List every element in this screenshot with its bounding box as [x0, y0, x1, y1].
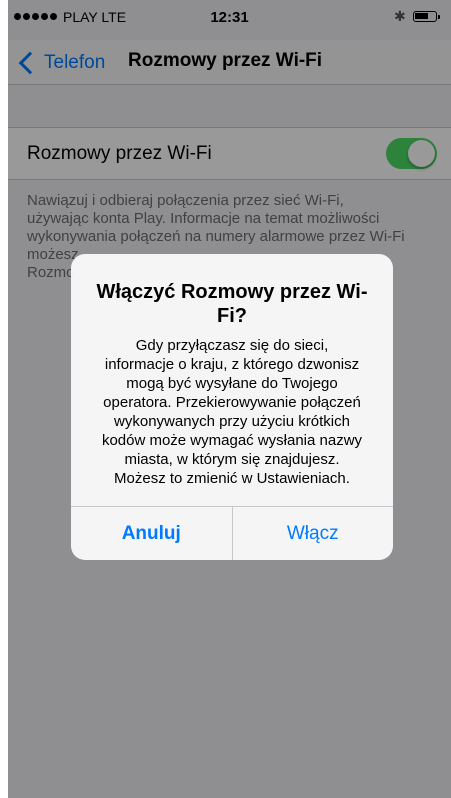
alert-message-line: Gdy przyłączasz się do sieci, [135, 337, 329, 354]
phone-screen: PLAY LTE 12:31 ✱ Telefon Rozmowy przez W… [8, 0, 451, 798]
alert-message-line: mogą być wysyłane do Twojego [126, 375, 338, 392]
alert-message-line: wykonywanych przy użyciu krótkich [114, 413, 350, 430]
alert-message-line: Możesz to zmienić w Ustawieniach. [114, 470, 350, 487]
alert-message: Gdy przyłączasz się do sieci, informacje… [83, 336, 381, 488]
alert-title: Włączyć Rozmowy przez Wi-Fi? [96, 281, 368, 327]
alert-message-line: miasta, w którym się znajdujesz. [124, 451, 340, 468]
alert-message-line: kodów może wymagać wysłania nazwy [101, 432, 363, 449]
enable-button[interactable]: Włącz [233, 507, 394, 560]
alert-message-line: informacje o kraju, z którego dzwonisz [104, 356, 360, 373]
cancel-button[interactable]: Anuluj [71, 507, 233, 560]
alert-buttons: Anuluj Włącz [71, 506, 393, 560]
alert-dialog: Włączyć Rozmowy przez Wi-Fi? Gdy przyłąc… [71, 254, 393, 560]
alert-message-line: operatora. Przekierowywanie połączeń [103, 394, 361, 411]
